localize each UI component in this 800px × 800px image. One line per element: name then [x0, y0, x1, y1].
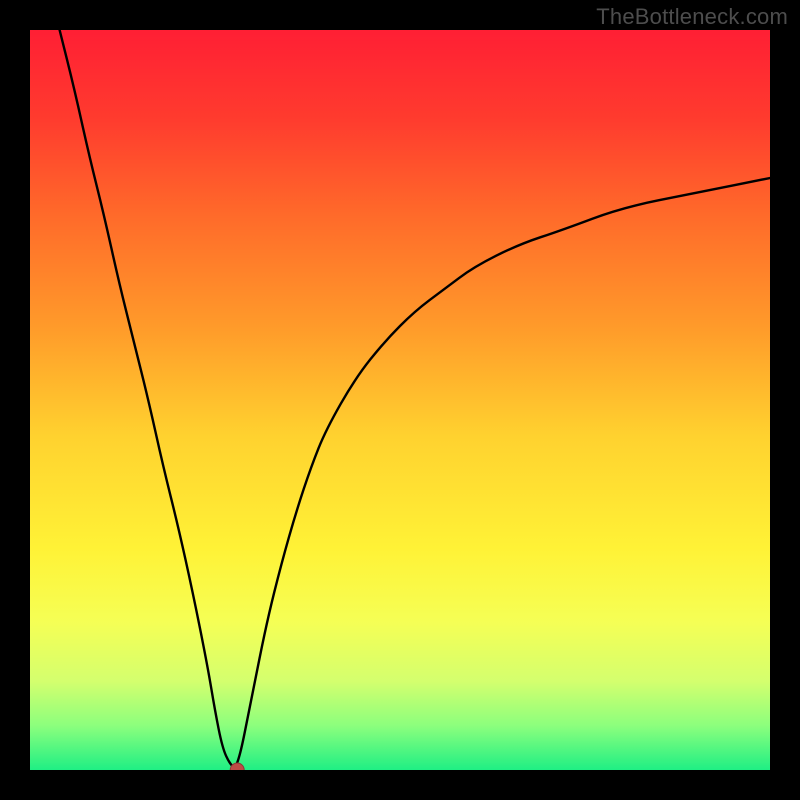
chart-stage: TheBottleneck.com — [0, 0, 800, 800]
watermark-text: TheBottleneck.com — [596, 4, 788, 30]
bottleneck-plot — [30, 30, 770, 770]
plot-background — [30, 30, 770, 770]
